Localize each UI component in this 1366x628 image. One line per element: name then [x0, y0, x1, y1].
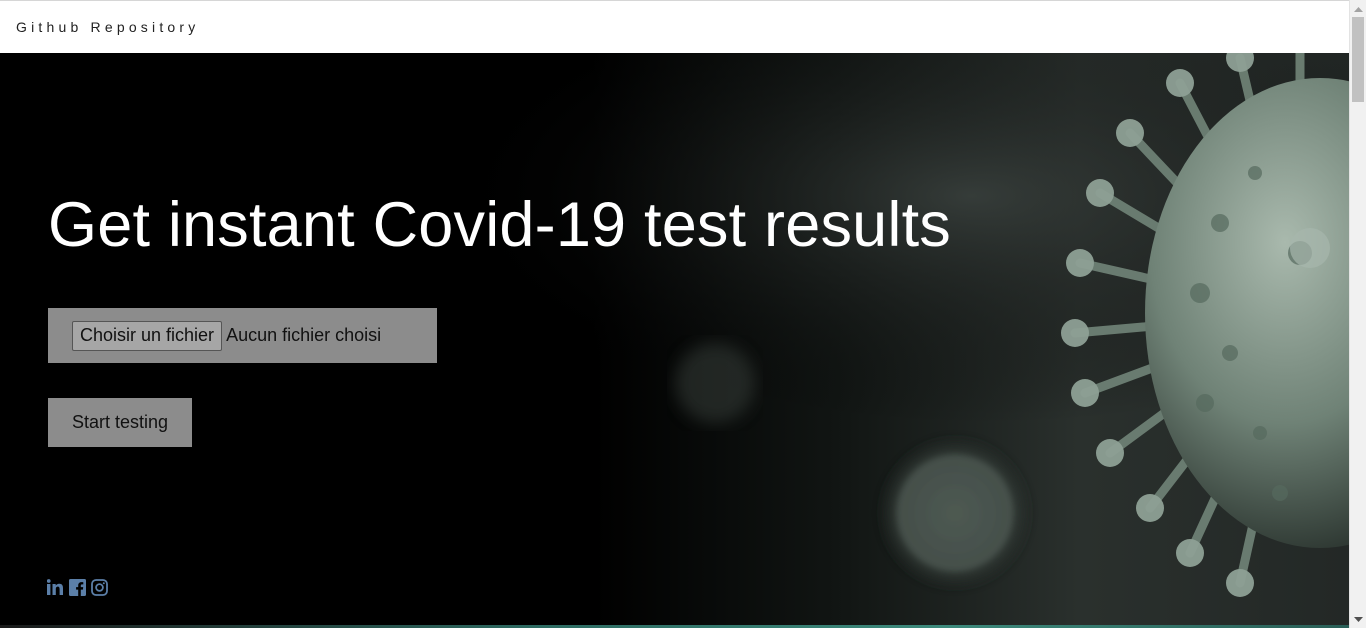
social-links	[47, 579, 108, 596]
file-status-text: Aucun fichier choisi	[226, 325, 382, 345]
start-testing-button[interactable]: Start testing	[48, 398, 192, 447]
scroll-down-arrow-icon[interactable]	[1350, 611, 1366, 628]
instagram-icon[interactable]	[91, 579, 108, 596]
hero-section: Get instant Covid-19 test results Choisi…	[0, 53, 1349, 625]
page-headline: Get instant Covid-19 test results	[48, 190, 951, 260]
file-upload-box: Choisir un fichier Aucun fichier choisi	[48, 308, 437, 363]
top-navbar: Github Repository	[0, 0, 1349, 53]
linkedin-icon[interactable]	[47, 579, 64, 596]
github-repository-link[interactable]: Github Repository	[16, 19, 199, 35]
facebook-icon[interactable]	[69, 579, 86, 596]
page-scrollbar[interactable]	[1349, 0, 1366, 628]
scroll-thumb[interactable]	[1352, 17, 1364, 102]
scroll-up-arrow-icon[interactable]	[1350, 0, 1366, 17]
choose-file-button[interactable]: Choisir un fichier	[72, 320, 223, 351]
